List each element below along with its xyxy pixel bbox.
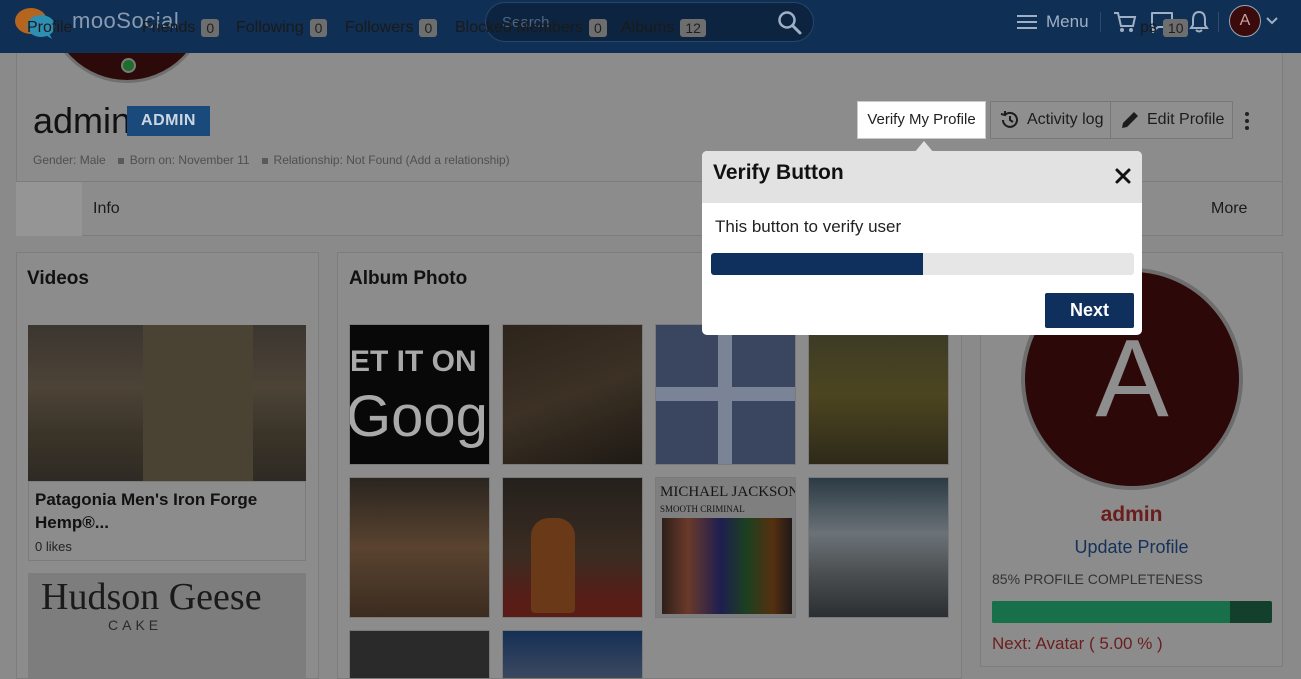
video-likes: 0 likes [35, 539, 72, 554]
tab-following[interactable]: Following 0 [236, 19, 328, 37]
next-button[interactable]: Next [1045, 293, 1134, 328]
edit-profile-label: Edit Profile [1147, 111, 1225, 128]
album-photo-title: Album Photo [349, 268, 468, 289]
album-photo-thumb[interactable]: ET IT ON Googl [349, 324, 490, 465]
hamburger-icon [1017, 15, 1037, 29]
album-photo-thumb[interactable] [502, 324, 643, 465]
profile-completeness-label: 85% PROFILE COMPLETENESS [992, 571, 1203, 587]
albums-count: 12 [680, 19, 706, 37]
update-profile-link[interactable]: Update Profile [981, 537, 1282, 558]
video-thumb-subtitle: CAKE [108, 617, 163, 633]
summary-username[interactable]: admin [981, 503, 1282, 527]
profile-completeness-bar [992, 601, 1272, 623]
tab-followers[interactable]: Followers 0 [345, 19, 438, 37]
edit-profile-button[interactable]: Edit Profile [1110, 101, 1234, 139]
more-options-icon[interactable] [1240, 110, 1254, 132]
video-thumbnail[interactable]: Hudson Geese CAKE [28, 573, 306, 679]
divider [1100, 12, 1101, 32]
blocked-count: 0 [589, 19, 607, 37]
video-title[interactable]: Patagonia Men's Iron Forge Hemp®... [35, 488, 295, 534]
relationship-text[interactable]: Relationship: Not Found (Add a relations… [261, 153, 510, 167]
notifications-bell-icon[interactable] [1186, 9, 1212, 35]
pencil-icon [1122, 112, 1138, 128]
divider [1218, 12, 1219, 32]
album-photo-thumb[interactable]: MICHAEL JACKSON SMOOTH CRIMINAL [655, 477, 796, 618]
tour-popup: Verify Button This button to verify user… [702, 151, 1142, 335]
popup-message: This button to verify user [715, 217, 902, 236]
video-card-info: Patagonia Men's Iron Forge Hemp®... 0 li… [28, 481, 306, 561]
menu-label: Menu [1046, 12, 1089, 31]
tab-more[interactable]: More [1211, 200, 1247, 218]
album-photo-thumb[interactable] [502, 630, 643, 679]
video-thumb-title: Hudson Geese [41, 576, 262, 618]
main-menu-button[interactable]: Menu [1016, 10, 1089, 34]
cart-icon[interactable] [1112, 9, 1138, 35]
tab-profile[interactable]: Profile [27, 19, 72, 37]
user-avatar[interactable]: A [1229, 5, 1261, 37]
popup-title: Verify Button [713, 161, 844, 184]
tour-progress-bar [711, 253, 1134, 275]
album-photo-thumb[interactable] [808, 477, 949, 618]
gender-text: Gender: Male [33, 153, 106, 167]
role-badge: ADMIN [127, 106, 210, 136]
completeness-fill [992, 601, 1230, 623]
groups-count: 10 [1162, 19, 1189, 37]
tab-blocked-members[interactable]: Blocked Members 0 [455, 19, 607, 37]
search-icon[interactable] [777, 10, 803, 36]
close-icon[interactable] [1112, 165, 1134, 187]
tab-groups[interactable]: ps 10 [1140, 19, 1189, 37]
album-photo-thumb[interactable] [655, 324, 796, 465]
album-photo-thumb[interactable] [349, 630, 490, 679]
album-photo-thumb[interactable] [349, 477, 490, 618]
tab-info[interactable]: Info [93, 200, 120, 218]
profile-meta: Gender: Male Born on: November 11 Relati… [33, 153, 510, 167]
activity-log-button[interactable]: Activity log [990, 101, 1113, 139]
video-thumbnail[interactable] [28, 325, 306, 481]
next-step-link[interactable]: Next: Avatar ( 5.00 % ) [992, 634, 1163, 654]
following-count: 0 [309, 19, 328, 37]
history-icon [1000, 111, 1018, 128]
tour-progress-fill [711, 253, 923, 275]
verify-my-profile-button[interactable]: Verify My Profile [857, 101, 986, 139]
tab-friends[interactable]: Friends 0 [142, 19, 220, 37]
activity-log-label: Activity log [1027, 111, 1104, 128]
popup-header: Verify Button [702, 151, 1142, 203]
friends-count: 0 [201, 19, 220, 37]
online-status-indicator [121, 58, 136, 73]
followers-count: 0 [419, 19, 438, 37]
tab-albums[interactable]: Albums 12 [621, 19, 706, 37]
album-photo-thumb[interactable] [502, 477, 643, 618]
born-text: Born on: November 11 [117, 153, 250, 167]
album-photo-thumb[interactable] [808, 324, 949, 465]
profile-username: admin [33, 100, 132, 141]
videos-title: Videos [27, 268, 89, 289]
chevron-down-icon[interactable] [1265, 14, 1279, 28]
